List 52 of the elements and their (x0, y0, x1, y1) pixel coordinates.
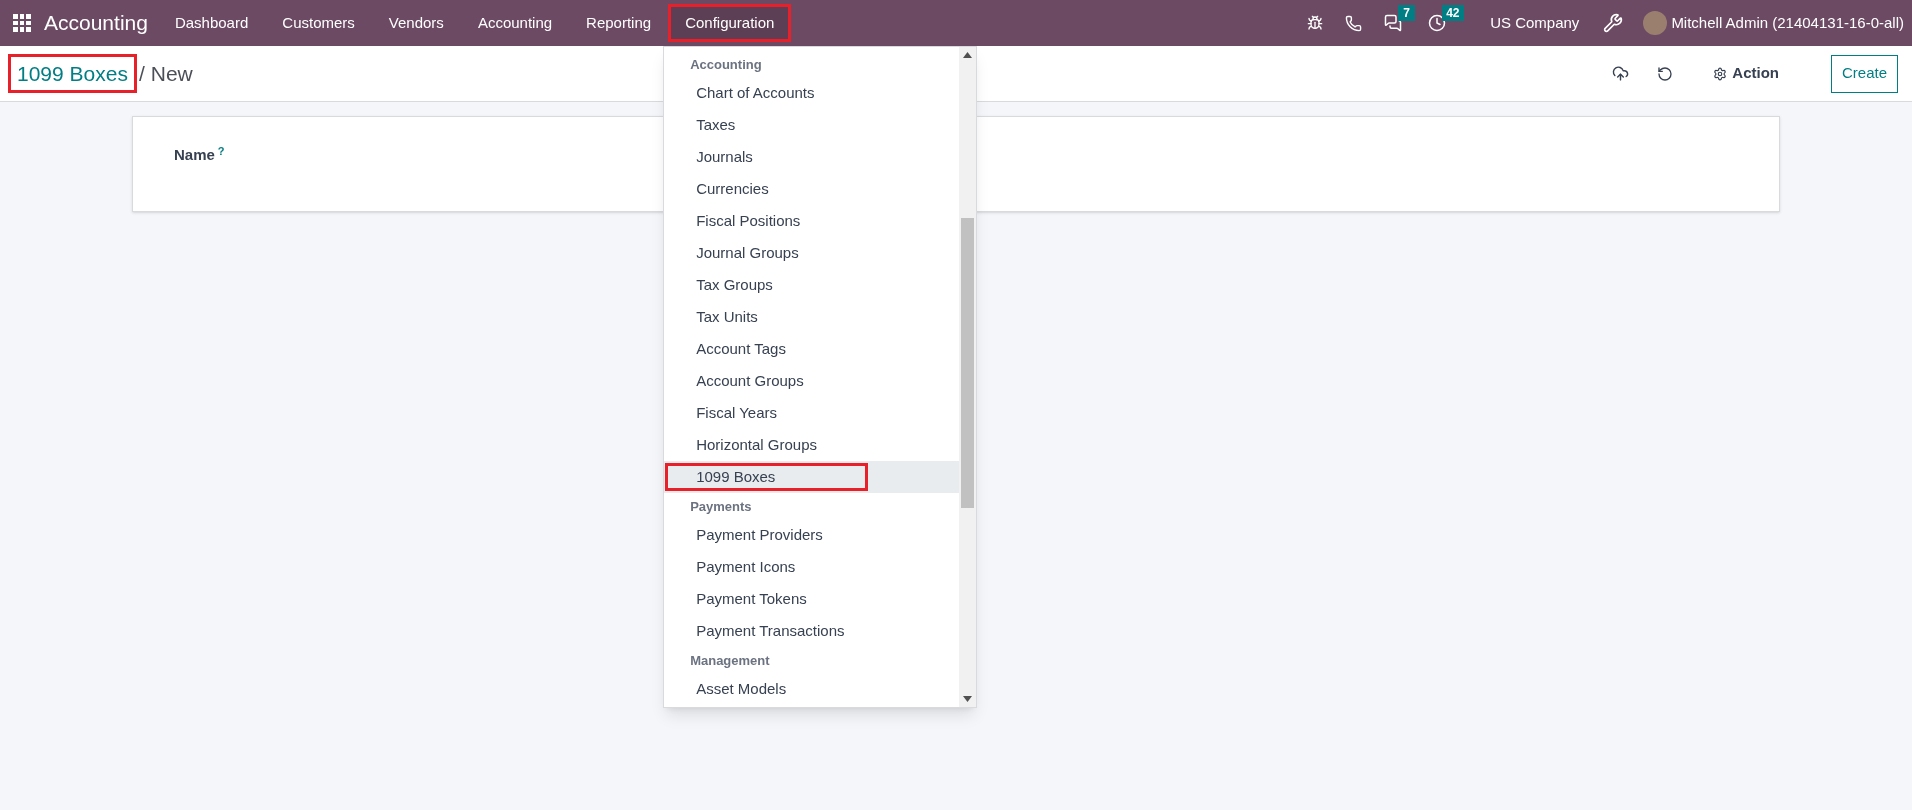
dropdown-item[interactable]: Journal Groups (664, 237, 960, 269)
dropdown-item[interactable]: Chart of Accounts (664, 77, 960, 109)
chat-icon[interactable] (1384, 14, 1403, 32)
bug-icon[interactable] (1307, 15, 1324, 31)
gear-icon (1713, 66, 1728, 81)
breadcrumb-separator: / (138, 60, 145, 87)
help-icon[interactable]: ? (217, 144, 225, 157)
menu-item[interactable]: Configuration (668, 4, 792, 42)
dropdown-item[interactable]: Fiscal Positions (664, 205, 960, 237)
breadcrumb-current: New (150, 60, 193, 87)
tools-icon[interactable] (1603, 13, 1624, 33)
menu-section-header: Payments (689, 498, 753, 517)
phone-icon[interactable] (1345, 14, 1363, 32)
app-name[interactable]: Accounting (44, 7, 148, 39)
menu-section-header: Accounting (689, 56, 763, 75)
dropdown-item[interactable]: Currencies (664, 173, 960, 205)
dropdown-item[interactable]: Journals (664, 141, 960, 173)
clock-icon[interactable] (1428, 14, 1447, 32)
menu-item[interactable]: Vendors (371, 4, 461, 42)
user-name[interactable]: Mitchell Admin (21404131-16-0-all) (1671, 11, 1904, 35)
menu-item[interactable]: Accounting (460, 4, 570, 42)
app-grid-icon[interactable] (12, 13, 32, 33)
menu-item[interactable]: Customers (265, 4, 372, 42)
discard-icon[interactable] (1657, 65, 1674, 82)
scroll-down-icon[interactable] (963, 696, 973, 702)
dropdown-item[interactable]: Account Groups (664, 365, 960, 397)
dropdown-item[interactable]: Fiscal Years (664, 397, 960, 429)
dropdown-item[interactable]: Horizontal Groups (664, 429, 960, 461)
save-icon[interactable] (1612, 65, 1630, 82)
menu-item[interactable]: Reporting (569, 4, 669, 42)
dropdown-item[interactable]: Payment Tokens (664, 583, 960, 615)
company-name[interactable]: US Company (1490, 11, 1580, 35)
field-label: Name (174, 146, 215, 163)
message-count-badge: 7 (1398, 5, 1415, 21)
dropdown-item[interactable]: Tax Groups (664, 269, 960, 301)
create-button[interactable]: Create (1830, 54, 1898, 93)
scrollbar[interactable] (959, 47, 977, 707)
dropdown-item[interactable]: Payment Icons (664, 551, 960, 583)
dropdown-item[interactable]: Taxes (664, 109, 960, 141)
scroll-up-icon[interactable] (963, 52, 973, 58)
dropdown-item[interactable]: Account Tags (664, 333, 960, 365)
breadcrumb-link[interactable]: 1099 Boxes (8, 53, 137, 94)
scrollbar-thumb[interactable] (961, 218, 975, 508)
activity-count-badge: 42 (1442, 5, 1464, 21)
menu-item[interactable]: Dashboard (157, 4, 266, 42)
dropdown-item[interactable]: Asset Models (664, 673, 960, 705)
dropdown-item[interactable]: Payment Transactions (664, 615, 960, 647)
menu-section-header: Management (689, 652, 771, 671)
action-button[interactable]: Action (1713, 62, 1779, 85)
dropdown-item[interactable]: Tax Units (664, 301, 960, 333)
dropdown-item[interactable]: Payment Providers (664, 519, 960, 551)
dropdown-item[interactable]: 1099 Boxes (664, 461, 960, 493)
